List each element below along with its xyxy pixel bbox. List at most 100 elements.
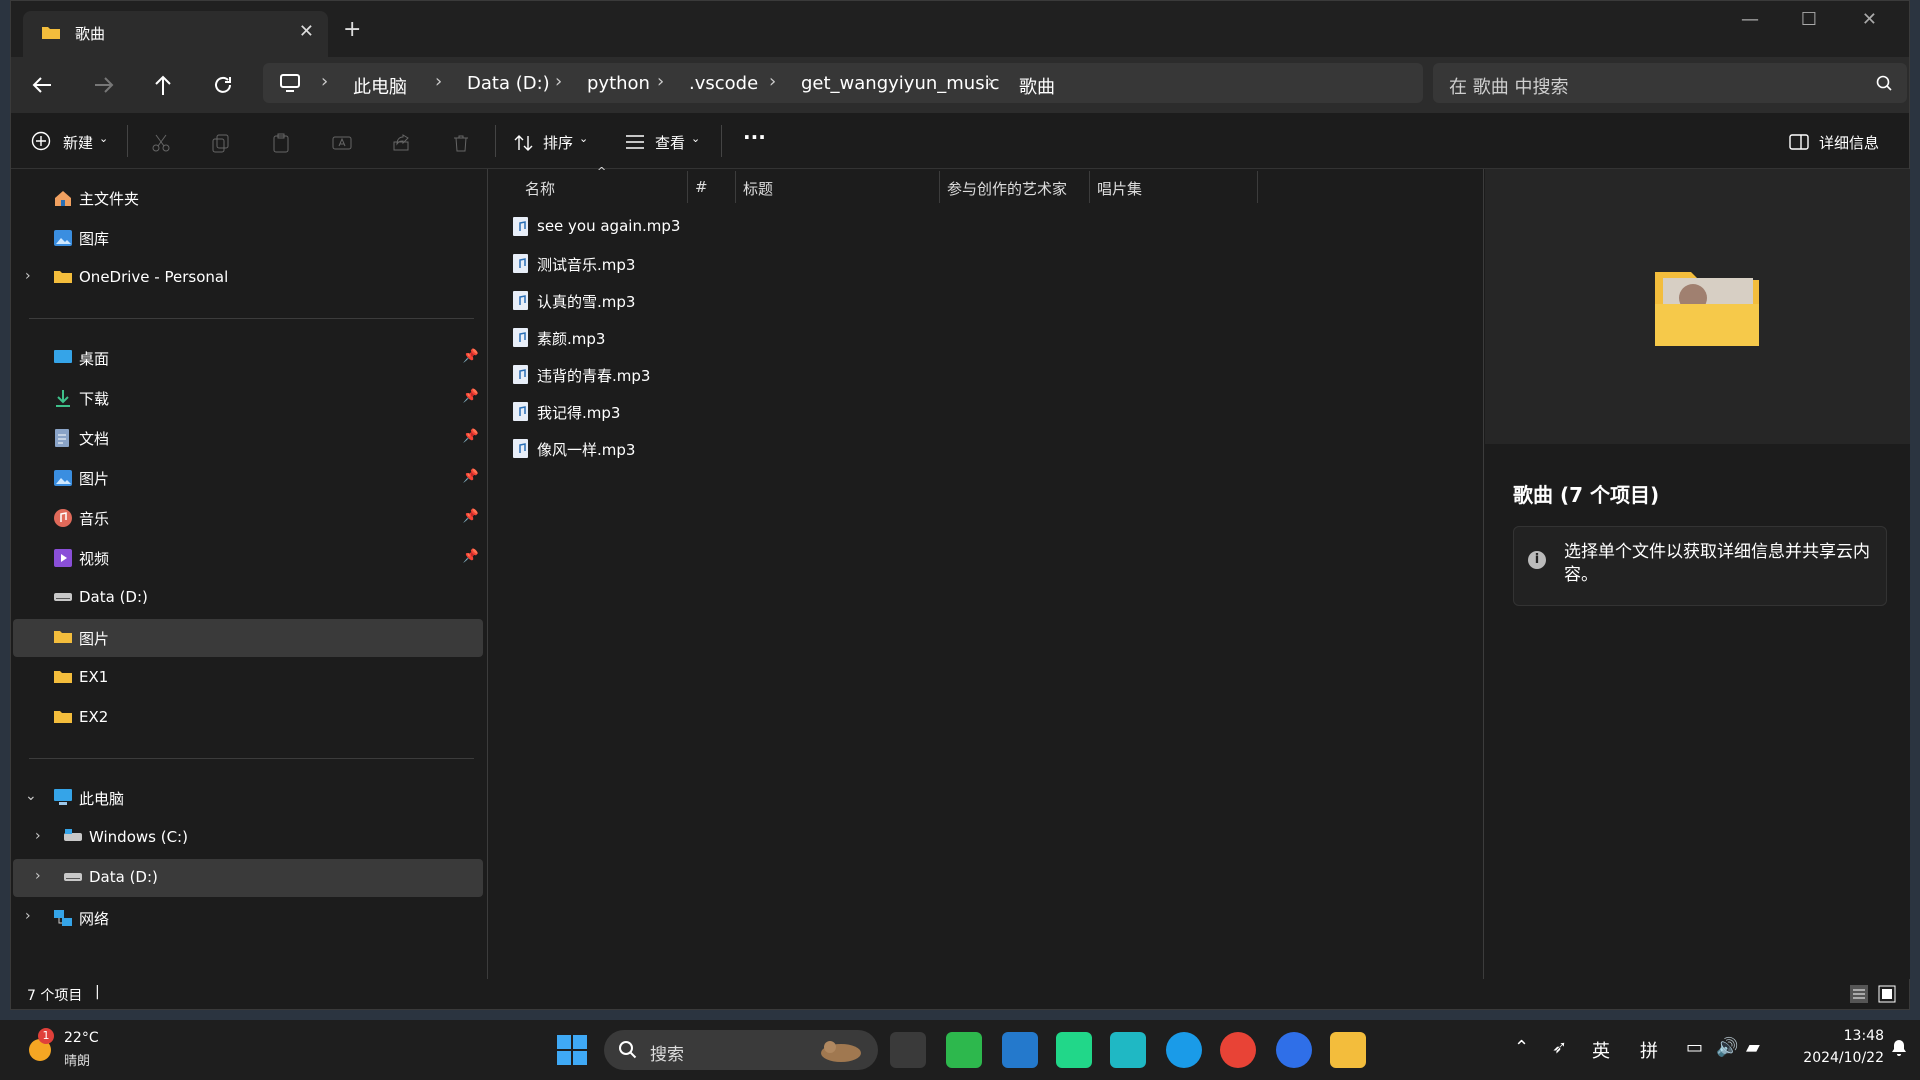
sidebar-item-home[interactable]: 主文件夹 — [13, 179, 483, 217]
sidebar-item-pictures-folder[interactable]: 图片 — [13, 619, 483, 657]
chevron-right-icon[interactable]: › — [35, 868, 41, 884]
close-window-icon[interactable]: ✕ — [1862, 9, 1877, 30]
sidebar-item-videos[interactable]: 视频 📌 — [13, 539, 483, 577]
clock-time[interactable]: 13:48 — [1794, 1028, 1884, 1044]
file-row[interactable]: 我记得.mp3 — [511, 396, 811, 430]
sidebar-item-pictures[interactable]: 图片 📌 — [13, 459, 483, 497]
sort-button[interactable]: 排序 — [543, 132, 573, 153]
pycharm-icon[interactable] — [1056, 1032, 1092, 1068]
ime-pinyin[interactable]: 拼 — [1640, 1037, 1658, 1063]
search-box[interactable]: 在 歌曲 中搜索 — [1433, 63, 1907, 103]
new-plus-icon[interactable] — [31, 131, 51, 155]
delete-icon[interactable] — [451, 133, 471, 157]
notification-bell-icon[interactable] — [1890, 1038, 1908, 1062]
file-explorer-icon[interactable] — [1330, 1032, 1366, 1068]
sidebar-item-documents[interactable]: 文档 📌 — [13, 419, 483, 457]
sidebar-item-gallery[interactable]: 图库 — [13, 219, 483, 257]
sidebar-item-windows-c[interactable]: › Windows (C:) — [13, 819, 483, 857]
file-row[interactable]: 素颜.mp3 — [511, 322, 811, 356]
share-icon[interactable] — [391, 133, 411, 157]
large-icons-view-icon[interactable] — [1877, 984, 1897, 1008]
cut-icon[interactable] — [151, 133, 171, 157]
column-separator[interactable] — [939, 171, 940, 203]
edge-icon[interactable] — [1166, 1032, 1202, 1068]
sidebar-item-data-d[interactable]: Data (D:) — [13, 579, 483, 617]
breadcrumb-this-pc[interactable]: 此电脑 — [353, 73, 407, 99]
chevron-right-icon[interactable]: › — [25, 268, 31, 284]
file-row[interactable]: see you again.mp3 — [511, 211, 811, 245]
clock-date[interactable]: 2024/10/22 — [1768, 1050, 1884, 1066]
file-row[interactable]: 像风一样.mp3 — [511, 433, 811, 467]
back-icon[interactable] — [25, 69, 61, 101]
address-bar[interactable]: › 此电脑 › Data (D:) › python › .vscode › g… — [263, 63, 1423, 103]
breadcrumb-vscode[interactable]: .vscode — [689, 73, 758, 94]
taskbar-search[interactable]: 搜索 — [604, 1030, 878, 1070]
details-pane-icon[interactable] — [1789, 133, 1809, 155]
search-icon[interactable] — [1875, 74, 1893, 96]
breadcrumb-python[interactable]: python — [587, 73, 650, 94]
view-button[interactable]: 查看 — [655, 132, 685, 153]
clion-icon[interactable] — [1110, 1032, 1146, 1068]
close-tab-icon[interactable]: ✕ — [299, 21, 314, 42]
pin-icon[interactable]: 📌 — [463, 349, 479, 364]
battery-icon[interactable]: ▰ — [1746, 1037, 1760, 1058]
ime-english[interactable]: 英 — [1592, 1037, 1610, 1063]
pin-icon[interactable]: 📌 — [463, 429, 479, 444]
column-header-album[interactable]: 唱片集 — [1097, 178, 1142, 199]
rename-icon[interactable] — [331, 133, 353, 157]
column-header-artist[interactable]: 参与创作的艺术家 — [947, 178, 1067, 199]
sidebar-item-downloads[interactable]: 下载 📌 — [13, 379, 483, 417]
up-icon[interactable] — [145, 69, 181, 101]
chrome-icon[interactable] — [1220, 1032, 1256, 1068]
weather-temp[interactable]: 22°C — [64, 1030, 99, 1046]
pin-icon[interactable]: 📌 — [463, 469, 479, 484]
tab-songs[interactable]: 歌曲 ✕ — [23, 11, 328, 57]
vscode-icon[interactable] — [1002, 1032, 1038, 1068]
start-icon[interactable] — [556, 1034, 588, 1070]
chevron-up-icon[interactable]: ⌃ — [1514, 1037, 1529, 1058]
sidebar-item-ex2[interactable]: EX2 — [13, 699, 483, 737]
pin-icon[interactable]: 📌 — [463, 549, 479, 564]
weather-desc[interactable]: 晴朗 — [64, 1050, 90, 1069]
location-icon[interactable]: ➶ — [1552, 1037, 1567, 1058]
sidebar-item-data-d-tree[interactable]: › Data (D:) — [13, 859, 483, 897]
sidebar-item-onedrive[interactable]: › OneDrive - Personal — [13, 259, 483, 297]
sidebar-item-desktop[interactable]: 桌面 📌 — [13, 339, 483, 377]
copy-icon[interactable] — [211, 133, 231, 157]
refresh-icon[interactable] — [205, 69, 241, 101]
sidebar-item-ex1[interactable]: EX1 — [13, 659, 483, 697]
paste-icon[interactable] — [271, 133, 291, 157]
sidebar-item-this-pc[interactable]: ⌄ 此电脑 — [13, 779, 483, 817]
file-row[interactable]: 违背的青春.mp3 — [511, 359, 811, 393]
file-row[interactable]: 认真的雪.mp3 — [511, 285, 811, 319]
column-separator[interactable] — [1257, 171, 1258, 203]
column-header-title[interactable]: 标题 — [743, 178, 773, 199]
column-separator[interactable] — [687, 171, 688, 203]
column-header-number[interactable]: # — [695, 178, 708, 196]
more-options-button[interactable]: ··· — [743, 125, 766, 149]
network-status-icon[interactable]: ▭ — [1686, 1037, 1703, 1058]
sidebar-item-music[interactable]: 音乐 📌 — [13, 499, 483, 537]
wechat-icon[interactable] — [946, 1032, 982, 1068]
breadcrumb-data-d[interactable]: Data (D:) — [467, 73, 550, 94]
details-view-icon[interactable] — [1849, 984, 1869, 1008]
pane-divider[interactable] — [1483, 169, 1484, 979]
new-button[interactable]: 新建 — [63, 132, 93, 153]
pane-divider[interactable] — [487, 169, 488, 979]
column-separator[interactable] — [1089, 171, 1090, 203]
forward-icon[interactable] — [85, 69, 121, 101]
chevron-down-icon[interactable]: ⌄ — [25, 788, 37, 804]
pin-icon[interactable]: 📌 — [463, 389, 479, 404]
maximize-icon[interactable]: ☐ — [1801, 9, 1817, 30]
file-row[interactable]: 测试音乐.mp3 — [511, 248, 811, 282]
column-header-name[interactable]: 名称 — [525, 178, 555, 199]
details-button[interactable]: 详细信息 — [1819, 132, 1879, 153]
new-tab-button[interactable]: + — [343, 17, 361, 42]
breadcrumb-get-wangyiyun-music[interactable]: get_wangyiyun_music — [801, 73, 999, 94]
column-separator[interactable] — [735, 171, 736, 203]
chevron-right-icon[interactable]: › — [25, 908, 31, 924]
volume-icon[interactable]: 🔊 — [1716, 1037, 1738, 1058]
minimize-icon[interactable]: — — [1741, 9, 1759, 30]
sidebar-item-network[interactable]: › 网络 — [13, 899, 483, 937]
view-icon[interactable] — [625, 134, 645, 154]
